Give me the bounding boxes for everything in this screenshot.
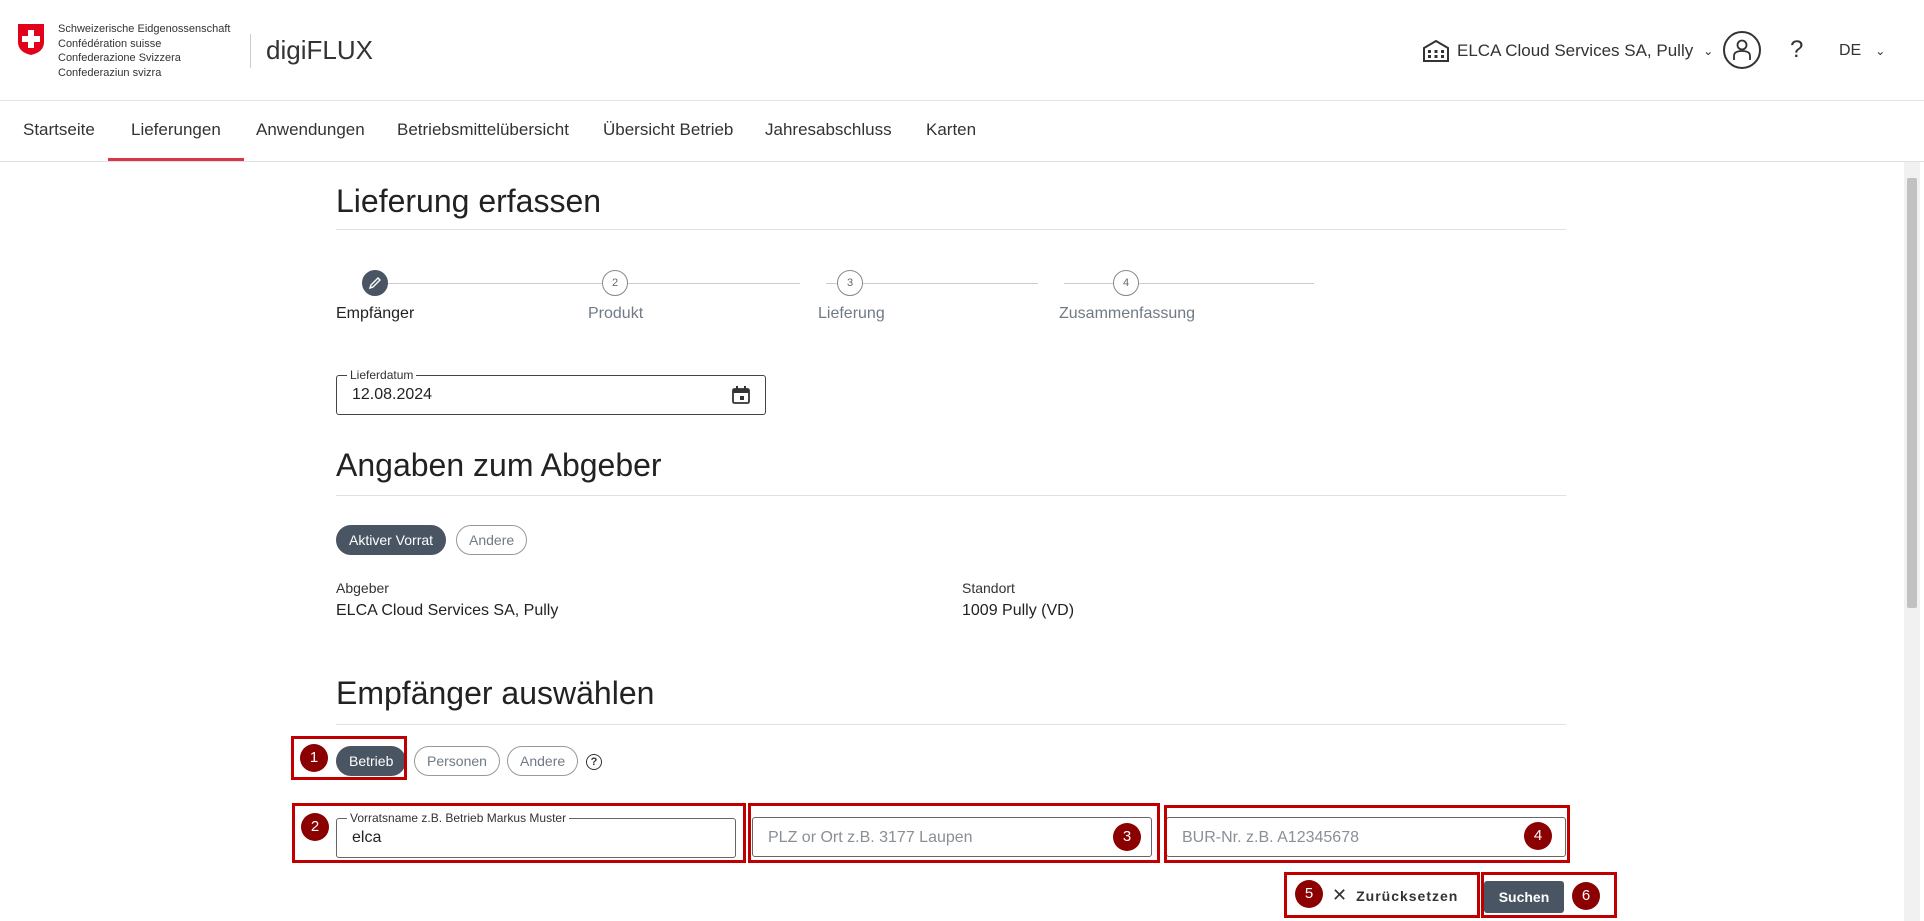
chevron-down-icon: ⌄ <box>1875 44 1886 58</box>
annotation-badge-3: 3 <box>1113 823 1141 851</box>
calendar-icon[interactable] <box>731 385 751 405</box>
confederation-line-rm: Confederaziun svizra <box>58 66 162 79</box>
nav-item-karten[interactable]: Karten <box>903 101 999 161</box>
swiss-flag-icon <box>18 24 44 55</box>
toggle-personen[interactable]: Personen <box>414 746 500 776</box>
step-1-label: Empfänger <box>336 305 415 322</box>
abgeber-label: Abgeber <box>336 580 389 596</box>
giver-section-title: Angaben zum Abgeber <box>336 447 662 483</box>
pencil-icon <box>368 277 381 290</box>
top-header: Schweizerische Eidgenossenschaft Confédé… <box>0 0 1924 101</box>
nav-item-startseite[interactable]: Startseite <box>0 101 118 161</box>
step-4-label: Zusammenfassung <box>1059 305 1196 322</box>
nav-item-lieferungen[interactable]: Lieferungen <box>108 101 244 161</box>
abgeber-value: ELCA Cloud Services SA, Pully <box>336 602 559 619</box>
annotation-badge-4: 4 <box>1524 822 1552 850</box>
step-4-circle[interactable]: 4 <box>1113 270 1139 296</box>
annotation-badge-5: 5 <box>1295 880 1323 908</box>
annotation-box-3 <box>748 803 1160 863</box>
scrollbar-thumb[interactable] <box>1907 178 1917 608</box>
annotation-badge-1: 1 <box>300 744 328 772</box>
step-1-circle[interactable] <box>362 270 388 296</box>
step-connector <box>1064 283 1314 284</box>
step-connector <box>362 283 800 284</box>
organization-selector[interactable]: ELCA Cloud Services SA, Pully ⌄ <box>1423 40 1713 62</box>
user-profile-button[interactable] <box>1723 31 1761 69</box>
confederation-line-fr: Confédération suisse <box>58 37 162 50</box>
toggle-aktiver-vorrat[interactable]: Aktiver Vorrat <box>336 525 447 555</box>
toggle-andere-recipient[interactable]: Andere <box>507 746 579 776</box>
step-2-label: Produkt <box>588 305 644 322</box>
building-icon <box>1423 40 1449 62</box>
nav-item-uebersicht-betrieb[interactable]: Übersicht Betrieb <box>580 101 756 161</box>
annotation-box-4 <box>1164 805 1570 863</box>
standort-label: Standort <box>962 580 1015 596</box>
help-button[interactable]: ? <box>1790 36 1803 64</box>
progress-stepper: 2 3 4 Empfänger Produkt Lieferung Zusamm… <box>336 270 1566 330</box>
nav-item-jahresabschluss[interactable]: Jahresabschluss <box>742 101 915 161</box>
main-navigation: Startseite Lieferungen Anwendungen Betri… <box>0 101 1924 162</box>
step-3-label: Lieferung <box>818 305 885 322</box>
vertical-scrollbar[interactable] <box>1904 162 1920 921</box>
annotation-badge-6: 6 <box>1572 882 1600 910</box>
toggle-andere-giver[interactable]: Andere <box>456 525 528 555</box>
standort-value: 1009 Pully (VD) <box>962 602 1075 619</box>
annotation-box-2 <box>292 803 746 863</box>
user-icon <box>1733 39 1751 60</box>
step-3-circle[interactable]: 3 <box>837 270 863 296</box>
confederation-text: Schweizerische Eidgenossenschaft Confédé… <box>58 22 230 80</box>
nav-item-anwendungen[interactable]: Anwendungen <box>233 101 388 161</box>
page-title: Lieferung erfassen <box>336 183 602 219</box>
language-label: DE <box>1839 42 1862 59</box>
delivery-date-label: Lieferdatum <box>347 368 417 382</box>
recipient-section-title: Empfänger auswählen <box>336 675 655 711</box>
giver-divider <box>336 495 1566 496</box>
app-name[interactable]: digiFLUX <box>266 35 373 66</box>
confederation-logo[interactable]: Schweizerische Eidgenossenschaft Confédé… <box>16 22 230 80</box>
brand-divider <box>250 34 251 68</box>
delivery-date-value: 12.08.2024 <box>352 386 433 403</box>
chevron-down-icon: ⌄ <box>1703 44 1714 58</box>
language-selector[interactable]: DE ⌄ <box>1839 42 1885 60</box>
annotation-badge-2: 2 <box>301 813 329 841</box>
organization-name: ELCA Cloud Services SA, Pully <box>1457 41 1694 60</box>
confederation-line-it: Confederazione Svizzera <box>58 52 181 64</box>
confederation-line-de: Schweizerische Eidgenossenschaft <box>58 23 231 35</box>
recipient-divider <box>336 724 1566 725</box>
delivery-date-field[interactable]: Lieferdatum 12.08.2024 <box>336 368 766 415</box>
step-2-circle[interactable]: 2 <box>602 270 628 296</box>
nav-item-betriebsmitteluebersicht[interactable]: Betriebsmittelübersicht <box>374 101 592 161</box>
recipient-help-icon[interactable]: ? <box>586 754 602 770</box>
title-divider <box>336 229 1566 230</box>
